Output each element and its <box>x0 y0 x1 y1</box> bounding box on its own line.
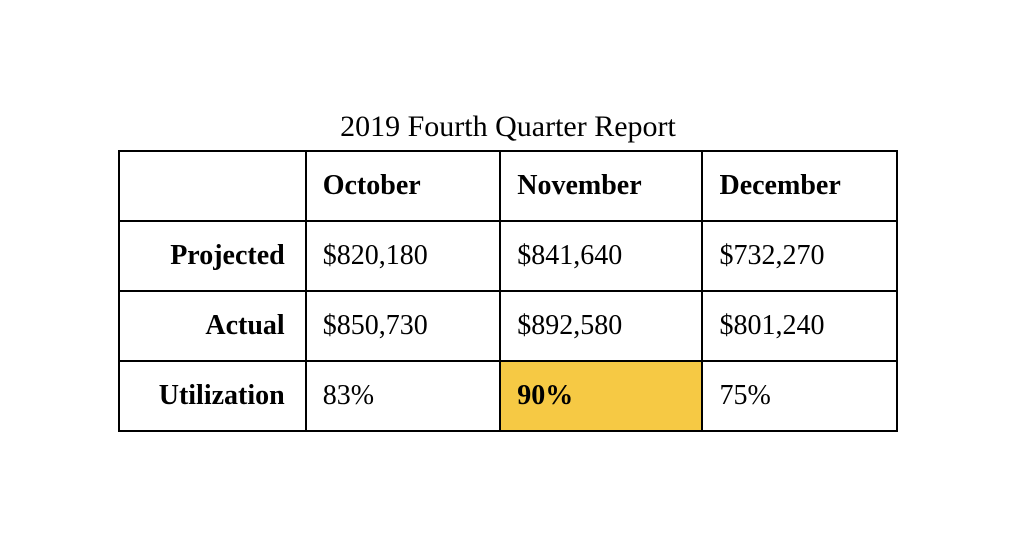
col-header-november: November <box>500 151 702 221</box>
col-header-october: October <box>306 151 501 221</box>
table-caption: 2019 Fourth Quarter Report <box>118 110 898 144</box>
row-header-actual: Actual <box>119 291 306 361</box>
cell-utilization-december: 75% <box>702 361 897 431</box>
row-header-utilization: Utilization <box>119 361 306 431</box>
col-header-december: December <box>702 151 897 221</box>
cell-projected-december: $732,270 <box>702 221 897 291</box>
cell-utilization-november: 90% <box>500 361 702 431</box>
cell-projected-october: $820,180 <box>306 221 501 291</box>
table-row: Actual $850,730 $892,580 $801,240 <box>119 291 897 361</box>
cell-projected-november: $841,640 <box>500 221 702 291</box>
table-header-row: October November December <box>119 151 897 221</box>
table-row: Utilization 83% 90% 75% <box>119 361 897 431</box>
report-table: October November December Projected $820… <box>118 150 898 432</box>
cell-actual-december: $801,240 <box>702 291 897 361</box>
report-container: 2019 Fourth Quarter Report October Novem… <box>118 110 898 432</box>
cell-utilization-october: 83% <box>306 361 501 431</box>
cell-actual-november: $892,580 <box>500 291 702 361</box>
cell-actual-october: $850,730 <box>306 291 501 361</box>
table-row: Projected $820,180 $841,640 $732,270 <box>119 221 897 291</box>
blank-header-cell <box>119 151 306 221</box>
row-header-projected: Projected <box>119 221 306 291</box>
